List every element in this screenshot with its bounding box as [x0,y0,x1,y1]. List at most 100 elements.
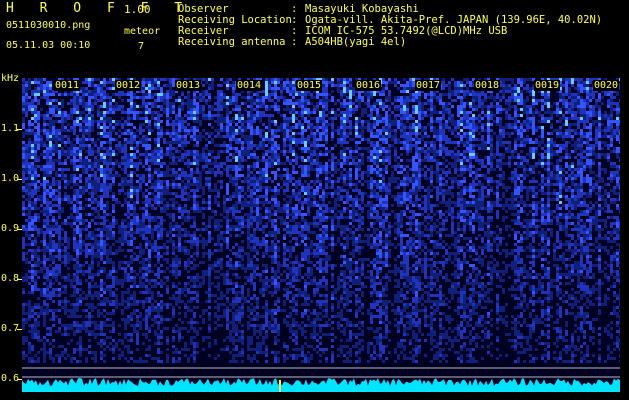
noise-cell [235,285,238,288]
noise-cell [130,279,133,282]
noise-cell [277,300,280,303]
noise-cell [226,222,229,225]
noise-cell [22,120,25,123]
noise-cell [190,243,193,246]
noise-cell [232,339,235,342]
noise-cell [286,216,289,219]
noise-cell [22,318,25,321]
noise-cell [85,303,88,306]
noise-cell [226,198,229,201]
noise-cell [253,246,256,249]
noise-cell [157,156,160,159]
noise-cell [58,150,61,153]
noise-cell [112,120,115,123]
noise-cell [193,240,196,243]
noise-cell [247,339,250,342]
noise-cell [133,165,136,168]
noise-cell [76,321,79,324]
noise-cell [280,87,283,90]
noise-cell [103,228,106,231]
noise-cell [148,216,151,219]
noise-cell [91,237,94,240]
noise-cell [277,285,280,288]
noise-cell [109,87,112,90]
noise-cell [58,303,61,306]
noise-cell [253,117,256,120]
noise-cell [187,330,190,333]
noise-cell [88,276,91,279]
noise-cell [25,153,28,156]
noise-cell [97,246,100,249]
noise-cell [58,318,61,321]
noise-cell [103,117,106,120]
noise-cell [46,123,49,126]
noise-cell [241,354,244,357]
noise-cell [157,189,160,192]
noise-cell [85,213,88,216]
noise-cell [286,87,289,90]
noise-cell [277,129,280,132]
noise-cell [205,171,208,174]
noise-cell [118,105,121,108]
noise-cell [52,258,55,261]
noise-cell [145,240,148,243]
noise-cell [145,183,148,186]
noise-cell [76,303,79,306]
noise-cell [250,267,253,270]
noise-cell [211,216,214,219]
noise-cell [31,102,34,105]
noise-cell [61,345,64,348]
noise-cell [256,345,259,348]
noise-cell [103,243,106,246]
noise-cell [31,168,34,171]
noise-cell [88,174,91,177]
noise-cell [49,150,52,153]
noise-cell [73,99,76,102]
noise-cell [262,111,265,114]
noise-cell [163,246,166,249]
noise-cell [142,129,145,132]
noise-cell [223,294,226,297]
noise-cell [82,228,85,231]
noise-cell [202,213,205,216]
noise-cell [58,258,61,261]
noise-cell [127,129,130,132]
noise-cell [262,138,265,141]
noise-cell [250,129,253,132]
noise-cell [127,288,130,291]
noise-cell [187,162,190,165]
noise-cell [226,126,229,129]
noise-cell [151,153,154,156]
noise-cell [148,102,151,105]
noise-cell [28,198,31,201]
noise-cell [241,264,244,267]
noise-cell [229,249,232,252]
noise-cell [244,198,247,201]
noise-cell [34,117,37,120]
noise-cell [43,360,46,363]
noise-cell [163,219,166,222]
noise-cell [247,117,250,120]
noise-cell [262,147,265,150]
noise-cell [220,237,223,240]
noise-cell [25,186,28,189]
noise-cell [64,330,67,333]
noise-cell [46,159,49,162]
noise-cell [265,306,268,309]
noise-cell [130,318,133,321]
noise-cell [214,198,217,201]
noise-cell [235,186,238,189]
noise-cell [160,309,163,312]
noise-cell [271,309,274,312]
noise-cell [160,150,163,153]
noise-cell [142,234,145,237]
noise-cell [34,312,37,315]
noise-cell [277,126,280,129]
noise-cell [232,195,235,198]
noise-cell [271,207,274,210]
noise-cell [163,186,166,189]
noise-cell [73,246,76,249]
noise-cell [211,237,214,240]
noise-cell [37,117,40,120]
noise-cell [238,255,241,258]
